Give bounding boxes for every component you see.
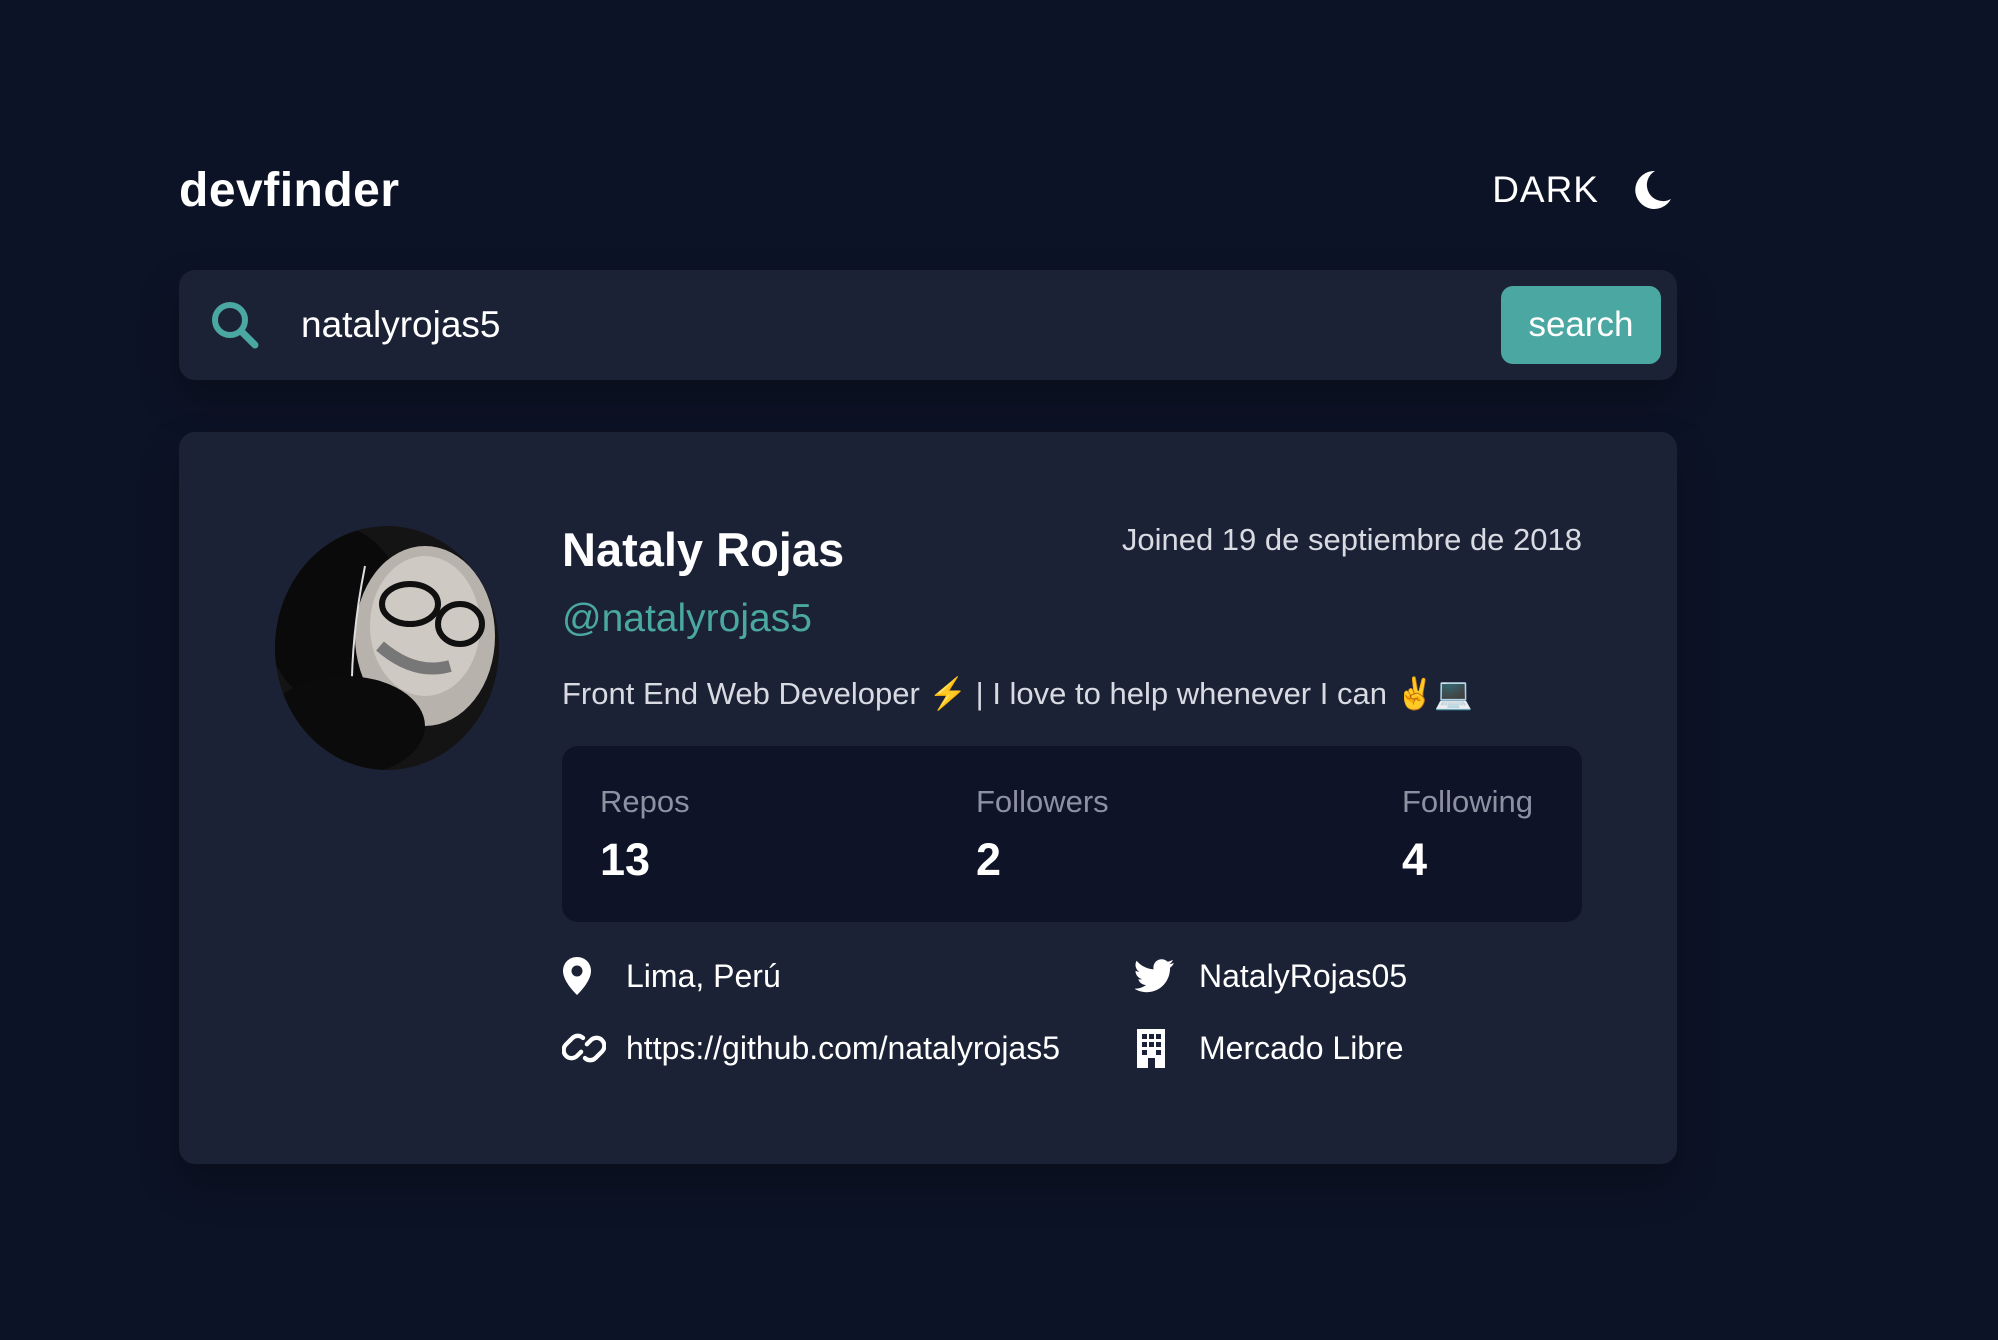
search-bar: search: [179, 270, 1677, 380]
joined-date: Joined 19 de septiembre de 2018: [1121, 522, 1582, 557]
stats-panel: Repos 13 Followers 2 Following 4: [562, 746, 1582, 922]
company-item: Mercado Libre: [1135, 1026, 1404, 1070]
header: devfinder DARK: [179, 150, 1677, 270]
twitter-icon: [1135, 954, 1179, 998]
building-icon: [1135, 1026, 1179, 1070]
location-icon: [562, 954, 606, 998]
stat-followers-label: Followers: [976, 784, 1109, 819]
stat-repos: Repos 13: [600, 784, 690, 886]
stat-repos-label: Repos: [600, 784, 690, 819]
location-text: Lima, Perú: [626, 957, 781, 994]
twitter-text: NatalyRojas05: [1199, 957, 1408, 994]
search-icon: [212, 302, 259, 349]
avatar: [275, 526, 499, 770]
twitter-item[interactable]: NatalyRojas05: [1135, 954, 1407, 998]
search-input[interactable]: [299, 303, 1501, 347]
logo: devfinder: [179, 163, 400, 217]
company-text: Mercado Libre: [1199, 1029, 1404, 1066]
profile-info: Nataly Rojas Joined 19 de septiembre de …: [562, 522, 1582, 1094]
stat-followers-value: 2: [976, 834, 1002, 885]
stat-repos-value: 13: [600, 834, 651, 885]
stat-followers: Followers 2: [976, 784, 1109, 886]
theme-toggle[interactable]: DARK: [1492, 169, 1673, 211]
app: devfinder DARK search: [179, 150, 1677, 1164]
stat-following: Following 4: [1402, 784, 1533, 886]
search-button[interactable]: search: [1501, 286, 1661, 364]
location-item: Lima, Perú: [562, 954, 781, 998]
website-link[interactable]: https://github.com/natalyrojas5: [626, 1030, 1060, 1067]
stat-following-value: 4: [1402, 834, 1428, 885]
profile-bio: Front End Web Developer ⚡️ | I love to h…: [562, 676, 1473, 711]
moon-icon: [1635, 170, 1671, 209]
link-icon: [562, 1026, 606, 1070]
profile-links: Lima, Perú NatalyRojas05 https://github.…: [562, 954, 1582, 1094]
website-item[interactable]: https://github.com/natalyrojas5: [562, 1026, 1060, 1070]
stat-following-label: Following: [1402, 784, 1533, 819]
profile-handle[interactable]: @natalyrojas5: [562, 597, 1582, 641]
theme-label: DARK: [1492, 169, 1599, 210]
profile-card: Nataly Rojas Joined 19 de septiembre de …: [179, 432, 1677, 1164]
